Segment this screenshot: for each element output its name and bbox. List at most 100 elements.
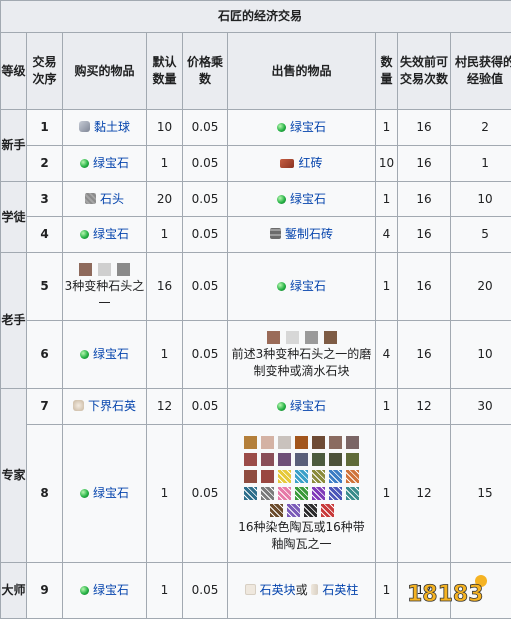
- item-text: 3种变种石头之一: [64, 279, 145, 310]
- sell-cell: 錾制石砖: [227, 216, 376, 253]
- glazed-terracotta-icon: [261, 487, 274, 500]
- header-max-uses: 失效前可交易次数: [397, 32, 451, 110]
- table-row: 老手 5 3种变种石头之一 16 0.05 绿宝石 1 16 20: [0, 252, 511, 389]
- header-buy: 购买的物品: [62, 32, 147, 110]
- terracotta-icon: [261, 470, 274, 483]
- sell-cell: 绿宝石: [227, 181, 376, 217]
- trade-number: 2: [26, 145, 63, 182]
- item-link[interactable]: 錾制石砖: [285, 227, 333, 241]
- item-link[interactable]: 绿宝石: [93, 347, 129, 361]
- max-uses: 12: [397, 388, 451, 425]
- terracotta-icon: [244, 436, 257, 449]
- header-level: 等级: [0, 32, 27, 110]
- header-sell: 出售的物品: [227, 32, 376, 110]
- terracotta-icon: [312, 453, 325, 466]
- villager-xp: 10: [449, 320, 511, 389]
- glazed-terracotta-icon: [278, 487, 291, 500]
- emerald-icon: [79, 350, 89, 359]
- diorite-icon: [98, 263, 111, 276]
- villager-xp: 5: [449, 216, 511, 253]
- emerald-icon: [276, 194, 286, 204]
- max-uses: 16: [397, 216, 451, 253]
- item-link[interactable]: 绿宝石: [93, 583, 129, 597]
- sell-qty: 4: [375, 320, 398, 389]
- sell-qty: 1: [375, 562, 398, 619]
- glazed-terracotta-icon: [312, 487, 325, 500]
- buy-cell: 黏土球: [62, 109, 147, 146]
- buy-cell: 绿宝石: [62, 424, 147, 563]
- item-link[interactable]: 石英块: [260, 583, 296, 597]
- table-row: 专家 7 下界石英 12 0.05 绿宝石 1 12 30: [0, 388, 511, 563]
- item-link[interactable]: 石头: [100, 192, 124, 206]
- item-link[interactable]: 绿宝石: [93, 156, 129, 170]
- glazed-terracotta-icon: [303, 504, 317, 517]
- item-link[interactable]: 石英柱: [322, 583, 358, 597]
- quartz-block-icon: [244, 584, 256, 595]
- sell-cell: 16种染色陶瓦或16种带釉陶瓦之一: [227, 424, 376, 563]
- price-multiplier: 0.05: [182, 388, 228, 425]
- emerald-icon: [276, 282, 286, 291]
- villager-xp: 10: [449, 181, 511, 217]
- villager-xp: 2: [449, 109, 511, 146]
- polished-diorite-icon: [285, 331, 299, 344]
- trade-table: 石匠的经济交易 等级 交易次序 购买的物品 默认数量 价格乘数 出售的物品 数量…: [0, 0, 511, 619]
- trade-number: 8: [26, 424, 63, 563]
- terracotta-icon: [261, 436, 274, 449]
- granite-icon: [79, 263, 92, 276]
- buy-cell: 下界石英: [62, 388, 147, 425]
- andesite-icon: [117, 263, 130, 276]
- trade-number: 9: [26, 562, 63, 619]
- trade-number: 4: [26, 216, 63, 253]
- price-multiplier: 0.05: [182, 252, 228, 321]
- sell-qty: 1: [375, 109, 398, 146]
- stone-icon: [84, 192, 96, 204]
- buy-cell: 绿宝石: [62, 320, 147, 389]
- buy-cell: 绿宝石: [62, 216, 147, 253]
- quartz-pillar-icon: [311, 584, 319, 595]
- item-link[interactable]: 红砖: [298, 156, 322, 170]
- sell-qty: 1: [375, 388, 398, 425]
- item-link[interactable]: 下界石英: [88, 399, 136, 413]
- max-uses: 16: [397, 252, 451, 321]
- trade-number: 7: [26, 388, 63, 425]
- item-link[interactable]: 绿宝石: [93, 486, 129, 500]
- terracotta-icon: [295, 453, 308, 466]
- glazed-terracotta-icon: [312, 470, 325, 483]
- glazed-terracotta-icon: [295, 487, 308, 500]
- terracotta-icon: [244, 453, 257, 466]
- terracotta-icon: [278, 453, 291, 466]
- item-text: 前述3种变种石头之一的磨制变种或滴水石块: [231, 347, 372, 378]
- item-link[interactable]: 绿宝石: [290, 279, 326, 293]
- glazed-terracotta-icon: [329, 487, 342, 500]
- price-multiplier: 0.05: [182, 216, 228, 253]
- buy-cell: 绿宝石: [62, 145, 147, 182]
- villager-xp: 1: [449, 145, 511, 182]
- terracotta-icon: [278, 436, 291, 449]
- polished-granite-icon: [266, 331, 280, 344]
- header-xp: 村民获得的经验值: [449, 32, 511, 110]
- buy-cell: 石头: [62, 181, 147, 217]
- sell-qty: 4: [375, 216, 398, 253]
- chiseled-stone-bricks-icon: [269, 228, 281, 239]
- nether-quartz-icon: [72, 400, 84, 411]
- price-multiplier: 0.05: [182, 424, 228, 563]
- table-row: 6 绿宝石 1 0.05 前述3种变种石头之一的磨制变种或滴水石块 4 16 1…: [1, 320, 511, 389]
- glazed-terracotta-icon: [320, 504, 334, 517]
- price-multiplier: 0.05: [182, 562, 228, 619]
- item-link[interactable]: 绿宝石: [93, 227, 129, 241]
- trade-number: 6: [26, 320, 63, 389]
- item-link[interactable]: 绿宝石: [290, 120, 326, 134]
- default-qty: 1: [146, 424, 183, 563]
- glazed-terracotta-icon: [286, 504, 300, 517]
- default-qty: 1: [146, 320, 183, 389]
- sell-cell: 石英块或 石英柱: [227, 562, 376, 619]
- item-link[interactable]: 绿宝石: [290, 399, 326, 413]
- item-link[interactable]: 绿宝石: [290, 192, 326, 206]
- villager-xp: 30: [449, 388, 511, 425]
- or-text: 或: [295, 583, 308, 597]
- glazed-terracotta-icon: [295, 470, 308, 483]
- emerald-icon: [79, 586, 89, 595]
- buy-cell: 绿宝石: [62, 562, 147, 619]
- table-row: 8 绿宝石 1 0.05 16种染色陶瓦或16种带釉陶瓦之一 1 12 15: [1, 424, 511, 563]
- item-link[interactable]: 黏土球: [94, 120, 130, 134]
